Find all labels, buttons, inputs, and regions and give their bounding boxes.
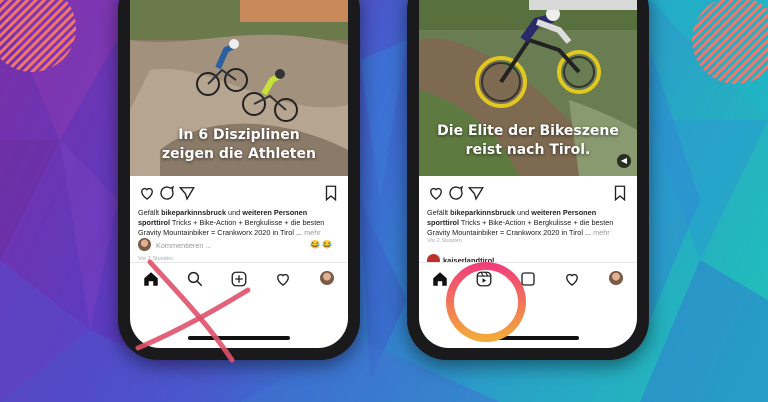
shop-icon[interactable]: [519, 270, 537, 288]
liked-user-link[interactable]: bikeparkinnsbruck: [450, 208, 515, 217]
caption-line-2: zeigen die Athleten: [162, 146, 316, 162]
comment-input[interactable]: Kommentieren ...: [156, 241, 212, 250]
add-icon[interactable]: [230, 270, 248, 288]
profile-avatar[interactable]: [320, 271, 334, 285]
instagram-screen-right: Die Elite der Bikeszene reist nach Tirol…: [419, 0, 637, 348]
profile-avatar[interactable]: [609, 271, 623, 285]
more-link[interactable]: mehr: [593, 228, 610, 237]
heart-icon[interactable]: [427, 184, 445, 202]
home-icon[interactable]: [142, 270, 160, 288]
liked-others-link[interactable]: weiteren Personen: [242, 208, 307, 217]
mute-icon[interactable]: ◀: [617, 154, 631, 168]
bottom-nav-right: [419, 262, 637, 295]
video-caption-left: In 6 Disziplinen zeigen die Athleten: [130, 126, 348, 164]
share-icon[interactable]: [178, 184, 196, 202]
bookmark-icon[interactable]: [611, 184, 629, 202]
comment-icon[interactable]: [158, 184, 176, 202]
post-caption-left: sporttirol Tricks + Bike-Action + Bergku…: [138, 218, 325, 237]
bottom-nav-left: [130, 262, 348, 295]
likes-line-left: Gefällt bikeparkinnsbruck und weiteren P…: [138, 208, 308, 217]
striped-circle-right: [692, 0, 768, 84]
polygon-background: [0, 0, 768, 402]
emoji-reaction[interactable]: 😂: [310, 240, 320, 249]
phone-right: Die Elite der Bikeszene reist nach Tirol…: [407, 0, 649, 360]
caption-line-1: Die Elite der Bikeszene: [437, 123, 619, 139]
author-link[interactable]: sporttirol: [427, 218, 459, 227]
post-actions-right: [427, 184, 629, 202]
home-indicator: [188, 336, 290, 340]
home-icon[interactable]: [431, 270, 449, 288]
emoji-reaction[interactable]: 😂: [322, 240, 332, 249]
author-link[interactable]: sporttirol: [138, 218, 170, 227]
activity-heart-icon[interactable]: [274, 270, 292, 288]
user-avatar: [138, 238, 151, 251]
video-caption-right: Die Elite der Bikeszene reist nach Tirol…: [419, 122, 637, 160]
comment-row-left: Kommentieren ... 😂 😂: [138, 238, 342, 252]
search-icon[interactable]: [186, 270, 204, 288]
activity-heart-icon[interactable]: [563, 270, 581, 288]
more-link[interactable]: mehr: [304, 228, 321, 237]
caption-line-1: In 6 Disziplinen: [178, 127, 300, 143]
timestamp: Vor 2 Stunden: [427, 238, 462, 244]
comment-icon[interactable]: [447, 184, 465, 202]
home-indicator: [477, 336, 579, 340]
reels-icon[interactable]: [475, 270, 493, 288]
liked-user-link[interactable]: bikeparkinnsbruck: [161, 208, 226, 217]
post-caption-right: sporttirol Tricks + Bike-Action + Bergku…: [427, 218, 614, 237]
instagram-screen-left: In 6 Disziplinen zeigen die Athleten Gef…: [130, 0, 348, 348]
heart-icon[interactable]: [138, 184, 156, 202]
caption-line-2: reist nach Tirol.: [465, 142, 591, 158]
likes-line-right: Gefällt bikeparkinnsbruck und weiteren P…: [427, 208, 597, 217]
bookmark-icon[interactable]: [322, 184, 340, 202]
liked-others-link[interactable]: weiteren Personen: [531, 208, 596, 217]
post-actions-left: [138, 184, 340, 202]
post-video-right[interactable]: Die Elite der Bikeszene reist nach Tirol…: [419, 0, 637, 176]
share-icon[interactable]: [467, 184, 485, 202]
phone-left: In 6 Disziplinen zeigen die Athleten Gef…: [118, 0, 360, 360]
post-video-left[interactable]: In 6 Disziplinen zeigen die Athleten: [130, 0, 348, 176]
